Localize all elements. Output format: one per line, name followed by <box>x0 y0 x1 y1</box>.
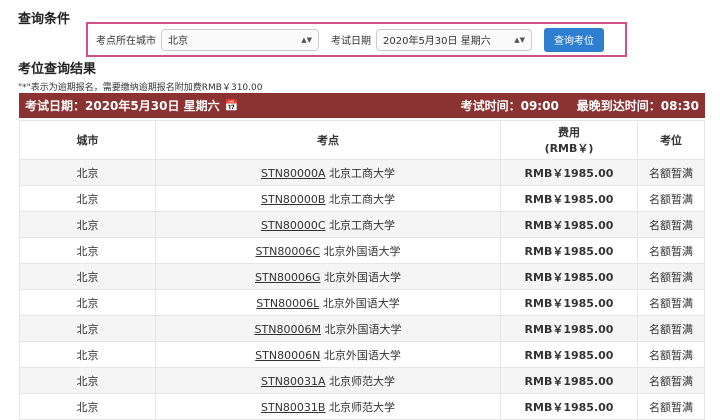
fee-cell: RMB￥1985.00 <box>500 263 638 290</box>
calendar-icon: 📅 <box>224 99 239 112</box>
fee-cell: RMB￥1985.00 <box>500 211 638 238</box>
site-code-link[interactable]: STN80006L <box>256 297 319 310</box>
site-cell: STN80006C 北京外国语大学 <box>155 237 501 264</box>
site-code-link[interactable]: STN80006G <box>255 271 320 284</box>
search-seats-button[interactable]: 查询考位 <box>544 27 604 52</box>
site-code-link[interactable]: STN80000C <box>261 219 326 232</box>
fee-cell: RMB￥1985.00 <box>500 367 638 394</box>
header-fee: 费用 (RMB￥) <box>500 120 638 160</box>
city-cell: 北京 <box>19 341 156 368</box>
site-code-link[interactable]: STN80031A <box>261 375 325 388</box>
city-value: 北京 <box>168 36 188 47</box>
site-cell: STN80006L 北京外国语大学 <box>155 289 501 316</box>
site-code-link[interactable]: STN80031B <box>261 401 325 414</box>
city-cell: 北京 <box>19 159 156 186</box>
table-row: 北京 STN80006N 北京外国语大学 RMB￥1985.00 名额暂满 <box>19 341 705 368</box>
fee-cell: RMB￥1985.00 <box>500 393 638 420</box>
seat-status-cell: 名额暂满 <box>637 185 705 212</box>
site-name: 北京外国语大学 <box>323 244 401 258</box>
table-row: 北京 STN80000C 北京工商大学 RMB￥1985.00 名额暂满 <box>19 211 705 238</box>
site-code-link[interactable]: STN80000A <box>261 167 325 180</box>
table-row: 北京 STN80000B 北京工商大学 RMB￥1985.00 名额暂满 <box>19 185 705 212</box>
site-name: 北京外国语大学 <box>324 322 402 336</box>
seat-status-cell: 名额暂满 <box>637 289 705 316</box>
city-select[interactable]: 北京 ▲▼ <box>161 28 319 51</box>
fee-cell: RMB￥1985.00 <box>500 237 638 264</box>
table-row: 北京 STN80031B 北京师范大学 RMB￥1985.00 名额暂满 <box>19 393 705 420</box>
city-cell: 北京 <box>19 237 156 264</box>
seat-status-cell: 名额暂满 <box>637 211 705 238</box>
seat-status-cell: 名额暂满 <box>637 237 705 264</box>
arrival-time: 最晚到达时间：08:30 <box>576 99 699 113</box>
table-row: 北京 STN80006G 北京外国语大学 RMB￥1985.00 名额暂满 <box>19 263 705 290</box>
site-cell: STN80031A 北京师范大学 <box>155 367 501 394</box>
header-site: 考点 <box>155 120 501 160</box>
header-seat: 考位 <box>637 120 705 160</box>
site-cell: STN80006G 北京外国语大学 <box>155 263 501 290</box>
exam-time: 考试时间：09:00 <box>460 99 559 113</box>
site-cell: STN80000A 北京工商大学 <box>155 159 501 186</box>
date-select[interactable]: 2020年5月30日 星期六 ▲▼ <box>376 28 532 51</box>
city-cell: 北京 <box>19 263 156 290</box>
results-table: 城市 考点 费用 (RMB￥) 考位 北京 STN80000A 北京工商大学 RM… <box>19 120 705 420</box>
site-cell: STN80006M 北京外国语大学 <box>155 315 501 342</box>
seat-status-cell: 名额暂满 <box>637 263 705 290</box>
results-title: 考位查询结果 <box>18 62 97 77</box>
exam-date: 考试日期：2020年5月30日 星期六 <box>25 99 220 113</box>
site-name: 北京外国语大学 <box>323 270 401 284</box>
site-name: 北京工商大学 <box>328 192 395 206</box>
exam-info-bar: 考试日期：2020年5月30日 星期六 📅 考试时间：09:00 最晚到达时间：… <box>19 93 705 118</box>
table-row: 北京 STN80006M 北京外国语大学 RMB￥1985.00 名额暂满 <box>19 315 705 342</box>
fee-cell: RMB￥1985.00 <box>500 289 638 316</box>
fee-cell: RMB￥1985.00 <box>500 185 638 212</box>
site-name: 北京外国语大学 <box>322 296 400 310</box>
conditions-title: 查询条件 <box>18 12 71 27</box>
site-code-link[interactable]: STN80006C <box>255 245 320 258</box>
header-city: 城市 <box>19 120 156 160</box>
city-label: 考点所在城市 <box>96 36 156 47</box>
late-fee-note: "*"表示为逾期报名，需要缴纳逾期报名附加费RMB￥310.00 <box>18 83 263 93</box>
table-row: 北京 STN80006C 北京外国语大学 RMB￥1985.00 名额暂满 <box>19 237 705 264</box>
table-row: 北京 STN80006L 北京外国语大学 RMB￥1985.00 名额暂满 <box>19 289 705 316</box>
site-name: 北京工商大学 <box>328 166 395 180</box>
site-code-link[interactable]: STN80000B <box>261 193 325 206</box>
site-name: 北京外国语大学 <box>323 348 401 362</box>
city-cell: 北京 <box>19 367 156 394</box>
site-name: 北京工商大学 <box>329 218 396 232</box>
city-cell: 北京 <box>19 185 156 212</box>
city-cell: 北京 <box>19 289 156 316</box>
city-cell: 北京 <box>19 393 156 420</box>
seat-status-cell: 名额暂满 <box>637 341 705 368</box>
site-cell: STN80000C 北京工商大学 <box>155 211 501 238</box>
site-cell: STN80006N 北京外国语大学 <box>155 341 501 368</box>
date-value: 2020年5月30日 星期六 <box>383 36 491 47</box>
select-arrows-icon: ▲▼ <box>514 35 525 44</box>
table-row: 北京 STN80000A 北京工商大学 RMB￥1985.00 名额暂满 <box>19 159 705 186</box>
site-code-link[interactable]: STN80006M <box>255 323 321 336</box>
select-arrows-icon: ▲▼ <box>301 35 312 44</box>
fee-cell: RMB￥1985.00 <box>500 341 638 368</box>
fee-cell: RMB￥1985.00 <box>500 159 638 186</box>
city-cell: 北京 <box>19 211 156 238</box>
seat-status-cell: 名额暂满 <box>637 367 705 394</box>
site-cell: STN80031B 北京师范大学 <box>155 393 501 420</box>
seat-status-cell: 名额暂满 <box>637 393 705 420</box>
seat-status-cell: 名额暂满 <box>637 159 705 186</box>
city-cell: 北京 <box>19 315 156 342</box>
date-label: 考试日期 <box>331 36 371 47</box>
fee-cell: RMB￥1985.00 <box>500 315 638 342</box>
site-name: 北京师范大学 <box>328 374 395 388</box>
search-form: 考点所在城市 北京 ▲▼ 考试日期 2020年5月30日 星期六 ▲▼ 查询考位 <box>86 22 627 57</box>
seat-status-cell: 名额暂满 <box>637 315 705 342</box>
site-code-link[interactable]: STN80006N <box>255 349 320 362</box>
table-row: 北京 STN80031A 北京师范大学 RMB￥1985.00 名额暂满 <box>19 367 705 394</box>
site-cell: STN80000B 北京工商大学 <box>155 185 501 212</box>
site-name: 北京师范大学 <box>328 400 395 414</box>
